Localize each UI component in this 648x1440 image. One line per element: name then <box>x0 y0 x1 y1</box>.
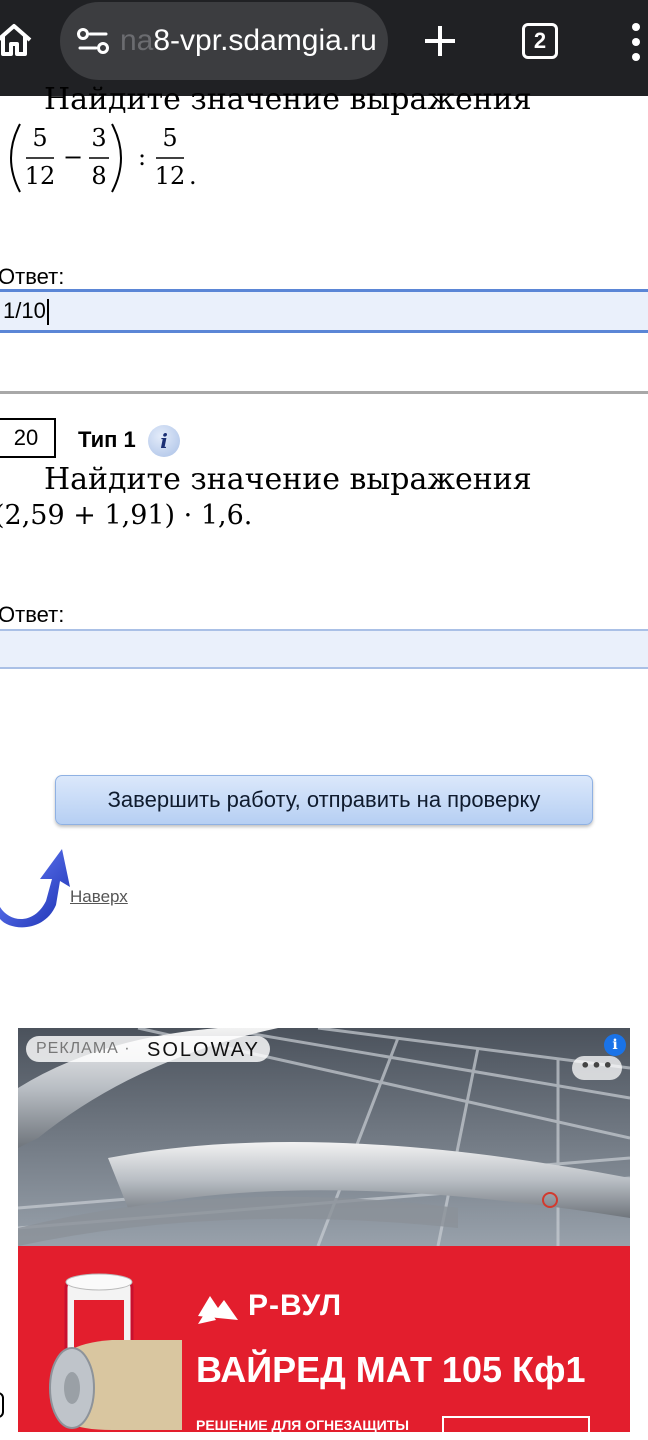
url-domain: 8-vpr.sdamgia.ru <box>153 24 377 57</box>
ad-info-icon[interactable]: i <box>604 1034 626 1056</box>
ad-product-name: ВАЙРЕД МАТ 105 Кф1 <box>196 1349 586 1390</box>
ad-subtitle: РЕШЕНИЕ ДЛЯ ОГНЕЗАЩИТЫ <box>196 1417 409 1432</box>
frac1-den: 12 <box>25 162 56 190</box>
ad-advertiser: SOLOWAY <box>147 1039 260 1061</box>
ad-more-icon[interactable]: ••• <box>572 1056 622 1080</box>
rockwool-logo-icon <box>196 1286 240 1326</box>
frac2-num: 3 <box>91 124 106 152</box>
answer-input[interactable] <box>0 629 648 669</box>
ad-brand-name: Р-ВУЛ <box>248 1289 343 1322</box>
answer-label: Ответ: <box>0 602 65 627</box>
divide-sign: : <box>138 143 146 171</box>
advertisement-banner[interactable]: РЕКЛАМА · SOLOWAY i ••• Р-ВУЛ ВАЙРЕД МАТ… <box>18 1028 630 1432</box>
question-divider <box>0 391 648 394</box>
text-caret <box>46 299 49 326</box>
frac3-den: 12 <box>155 162 186 190</box>
submit-button[interactable]: Завершить работу, отправить на проверку <box>55 775 593 825</box>
question-type: Тип 1 <box>78 427 136 452</box>
ad-cta-button[interactable] <box>442 1416 590 1432</box>
prev-question-expression: 5 12 − 3 8 : 5 12 . <box>10 123 197 193</box>
url-scrolled-prefix: na <box>120 24 154 57</box>
ad-label: РЕКЛАМА · <box>36 1040 131 1057</box>
question-expression: (2,59 + 1,91) · 1,6. <box>0 500 253 531</box>
tab-switcher-icon[interactable]: 2 <box>522 23 558 59</box>
prev-answer-value: 1/10 <box>3 298 46 323</box>
frac3-num: 5 <box>162 124 177 152</box>
info-icon[interactable]: i <box>148 425 180 457</box>
more-vert-icon[interactable] <box>626 20 646 64</box>
expression-period: . <box>189 162 197 190</box>
frac2-den: 8 <box>91 162 106 190</box>
frac1-num: 5 <box>32 124 47 152</box>
question-text: Найдите значение выражения <box>44 462 532 497</box>
question-number: 20 <box>0 418 56 458</box>
home-icon[interactable] <box>0 20 34 60</box>
prev-answer-input[interactable]: 1/10 <box>0 289 648 333</box>
url-text[interactable]: na8-vpr.sdamgia.ru <box>120 22 378 60</box>
site-settings-icon[interactable] <box>76 24 110 58</box>
prev-answer-label: Ответ: <box>0 264 65 289</box>
minus-sign: − <box>63 143 83 171</box>
edge-fragment <box>0 1392 4 1418</box>
back-to-top-link[interactable]: Наверх <box>70 886 128 908</box>
insulation-roll-image <box>49 1273 182 1430</box>
prev-question-text: Найдите значение выражения <box>44 82 532 117</box>
ad-product-panel: Р-ВУЛ ВАЙРЕД МАТ 105 Кф1 РЕШЕНИЕ ДЛЯ ОГН… <box>18 1246 630 1432</box>
arrow-up-icon[interactable] <box>0 845 74 929</box>
ad-label-badge: РЕКЛАМА · SOLOWAY <box>26 1036 270 1062</box>
plus-icon[interactable] <box>420 21 460 61</box>
